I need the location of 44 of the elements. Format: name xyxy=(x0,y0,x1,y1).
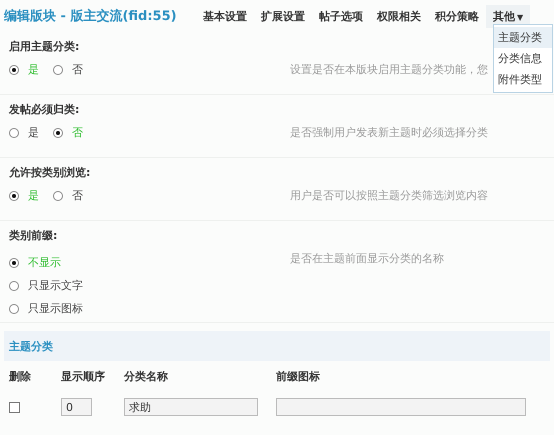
setting-description: 是否强制用户发表新主题时必须选择分类 xyxy=(290,125,488,140)
nav-tab[interactable]: 权限相关 xyxy=(370,4,428,28)
option-label: 否 xyxy=(72,125,83,140)
radio-button[interactable] xyxy=(9,128,19,138)
icon-field[interactable] xyxy=(276,398,526,416)
column-header: 显示顺序 xyxy=(61,369,106,384)
radio-button[interactable] xyxy=(9,258,19,268)
radio-button[interactable] xyxy=(53,128,63,138)
order-field[interactable]: 0 xyxy=(61,398,92,416)
radio-button[interactable] xyxy=(53,64,63,74)
option-label: 是 xyxy=(28,62,39,77)
radio-button[interactable] xyxy=(9,280,19,290)
option-label: 只显示图标 xyxy=(28,301,83,316)
column-header: 删除 xyxy=(9,369,32,384)
option-label: 只显示文字 xyxy=(28,278,83,293)
radio-button[interactable] xyxy=(53,190,63,200)
setting-description: 是否在主题前面显示分类的名称 xyxy=(290,251,444,266)
nav-tab[interactable]: 帖子选项 xyxy=(312,4,370,28)
radio-button[interactable] xyxy=(9,190,19,200)
setting-label: 发帖必须归类: xyxy=(9,102,80,118)
menu-item[interactable]: 附件类型 xyxy=(494,69,552,90)
radio-button[interactable] xyxy=(9,64,19,74)
setting-description: 设置是否在本版块启用主题分类功能，您 xyxy=(290,62,488,77)
menu-item[interactable]: 主题分类 xyxy=(494,27,552,48)
option-label: 是 xyxy=(28,125,39,140)
setting-label: 类别前缀: xyxy=(9,228,58,244)
option-label: 是 xyxy=(28,188,39,203)
page-title: 编辑版块 - 版主交流(fid:55) xyxy=(4,8,178,25)
radio-button[interactable] xyxy=(9,304,19,314)
setting-label: 启用主题分类: xyxy=(9,39,80,55)
nav-tab[interactable]: 基本设置 xyxy=(196,4,254,28)
setting-label: 允许按类别浏览: xyxy=(9,165,90,181)
checkbox[interactable] xyxy=(9,402,20,412)
name-field[interactable]: 求助 xyxy=(124,398,258,416)
nav-tab[interactable]: 积分策略 xyxy=(428,4,486,28)
menu-item[interactable]: 分类信息 xyxy=(494,48,552,69)
column-header: 分类名称 xyxy=(124,369,169,384)
section-title: 主题分类 xyxy=(9,338,53,354)
nav-tab[interactable]: 扩展设置 xyxy=(254,4,312,28)
option-label: 不显示 xyxy=(28,255,61,270)
column-header: 前缀图标 xyxy=(276,369,321,384)
option-label: 否 xyxy=(72,62,83,77)
setting-description: 用户是否可以按照主题分类筛选浏览内容 xyxy=(290,188,488,203)
option-label: 否 xyxy=(72,188,83,203)
